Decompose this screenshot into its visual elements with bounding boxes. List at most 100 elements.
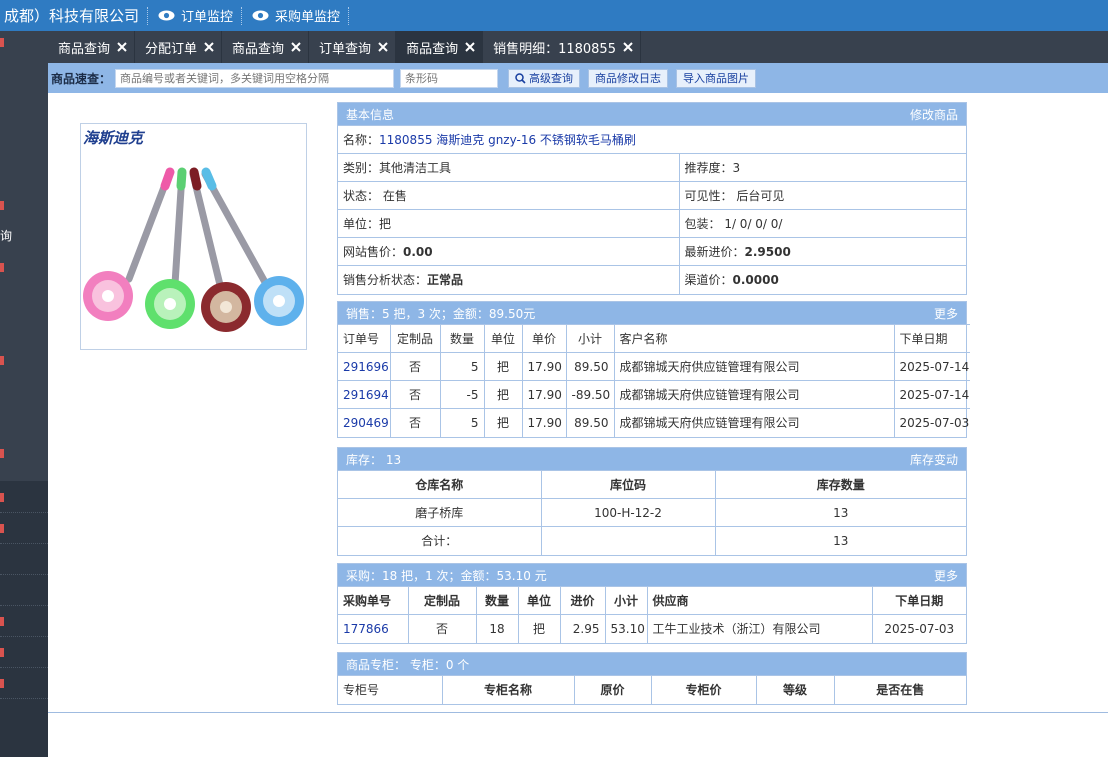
- sales-more-link[interactable]: 更多: [934, 305, 958, 322]
- table-header-row: 订单号 定制品 数量 单位 单价 小计 客户名称 下单日期: [338, 324, 970, 353]
- column-header: 单位: [517, 586, 560, 615]
- close-icon[interactable]: [464, 41, 476, 53]
- column-header: 数量: [475, 586, 518, 615]
- close-icon[interactable]: [622, 41, 634, 53]
- stock-panel: 库存： 13 库存变动 仓库名称 库位码 库存数量 磨子桥库 100-H-12-…: [337, 447, 967, 556]
- date-cell: 2025-07-03: [871, 614, 966, 643]
- close-icon[interactable]: [377, 41, 389, 53]
- header-divider: [241, 6, 243, 25]
- warehouse-cell: 磨子桥库: [338, 498, 541, 527]
- sidebar: 询: [0, 31, 48, 757]
- sidebar-item-label[interactable]: 询: [0, 227, 20, 244]
- sidebar-item-marker[interactable]: [0, 679, 4, 688]
- channel-price-value: 0.0000: [732, 273, 779, 288]
- product-name-link[interactable]: 1180855 海斯迪克 gnzy-16 不锈钢软毛马桶刷: [379, 133, 636, 147]
- customer-cell: 成都锦城天府供应链管理有限公司: [613, 352, 894, 381]
- barcode-input[interactable]: [400, 68, 499, 88]
- column-header: 小计: [604, 586, 647, 615]
- purchase-more-link[interactable]: 更多: [934, 567, 958, 584]
- column-header: 专柜号: [338, 675, 442, 704]
- product-log-button[interactable]: 商品修改日志: [588, 68, 669, 88]
- tab-product-query-active[interactable]: 商品查询: [396, 31, 484, 63]
- order-monitor-link[interactable]: 订单监控: [152, 6, 239, 25]
- channel-price-cell: 渠道价：0.0000: [678, 265, 967, 294]
- stock-change-link[interactable]: 库存变动: [910, 451, 958, 468]
- sidebar-divider: [0, 574, 48, 575]
- custom-cell: 否: [389, 408, 440, 437]
- close-icon[interactable]: [116, 41, 128, 53]
- column-header: 进价: [559, 586, 605, 615]
- field-label: 销售分析状态：: [343, 273, 428, 288]
- purchase-table: 采购单号 定制品 数量 单位 进价 小计 供应商 下单日期 177866 否 1…: [338, 586, 966, 643]
- close-icon[interactable]: [203, 41, 215, 53]
- web-price-value: 0.00: [403, 245, 433, 259]
- stock-table: 仓库名称 库位码 库存数量 磨子桥库 100-H-12-2 13 合计： 13: [338, 470, 966, 555]
- sidebar-item-marker[interactable]: [0, 648, 4, 657]
- counter-panel: 商品专柜： 专柜：0 个 专柜号 专柜名称 原价 专柜价 等级 是否在售: [337, 652, 967, 705]
- tab-product-query-2[interactable]: 商品查询: [222, 31, 310, 63]
- sidebar-item-marker[interactable]: [0, 38, 4, 47]
- customer-cell: 成都锦城天府供应链管理有限公司: [613, 380, 894, 409]
- sidebar-item-marker[interactable]: [0, 493, 4, 502]
- advanced-search-label: 高级查询: [529, 72, 574, 85]
- purchase-number-cell: 177866: [338, 614, 408, 643]
- latest-cost-value: 2.9500: [744, 245, 791, 259]
- total-label-cell: 合计：: [338, 526, 541, 555]
- sidebar-item-marker[interactable]: [0, 524, 4, 533]
- quantity-cell: -5: [439, 380, 484, 409]
- field-label: 网站售价：: [343, 245, 404, 259]
- tab-sales-detail[interactable]: 销售明细：1180855: [483, 31, 641, 63]
- column-header: 定制品: [389, 324, 440, 353]
- purchase-number-link[interactable]: 177866: [343, 622, 389, 636]
- tab-order-query[interactable]: 订单查询: [309, 31, 397, 63]
- sidebar-item-marker[interactable]: [0, 356, 4, 365]
- toilet-brush-illustration: 海斯迪克: [83, 130, 304, 332]
- table-row: 磨子桥库 100-H-12-2 13: [338, 498, 966, 527]
- panel-header: 采购：18 把，1 次；金额：53.10 元 更多: [338, 564, 966, 586]
- sidebar-item-marker[interactable]: [0, 617, 4, 626]
- import-image-button[interactable]: 导入商品图片: [676, 68, 757, 88]
- keyword-search-input[interactable]: [115, 68, 395, 88]
- advanced-search-button[interactable]: 高级查询: [508, 68, 581, 88]
- tab-product-query-1[interactable]: 商品查询: [48, 31, 136, 63]
- panel-header: 商品专柜： 专柜：0 个: [338, 653, 966, 675]
- column-header: 供应商: [646, 586, 872, 615]
- product-image[interactable]: 海斯迪克: [80, 123, 307, 350]
- order-number-cell: 290469: [338, 408, 390, 437]
- subtotal-cell: -89.50: [565, 380, 614, 409]
- analysis-status-cell: 销售分析状态：正常品: [338, 265, 679, 294]
- close-icon[interactable]: [290, 41, 302, 53]
- basic-info-panel: 基本信息 修改商品 名称：1180855 海斯迪克 gnzy-16 不锈钢软毛马…: [337, 102, 967, 295]
- edit-product-link[interactable]: 修改商品: [910, 106, 958, 123]
- total-value-cell: 13: [714, 526, 966, 555]
- web-price-cell: 网站售价：0.00: [338, 237, 679, 266]
- sidebar-divider: [0, 543, 48, 544]
- tab-assign-order[interactable]: 分配订单: [135, 31, 223, 63]
- price-cell: 17.90: [521, 352, 566, 381]
- field-label: 最新进价：: [684, 245, 745, 259]
- subtotal-cell: 53.10: [604, 614, 647, 643]
- order-number-link[interactable]: 290469: [343, 416, 389, 430]
- custom-cell: 否: [389, 352, 440, 381]
- sidebar-divider: [0, 636, 48, 637]
- customer-cell: 成都锦城天府供应链管理有限公司: [613, 408, 894, 437]
- purchase-monitor-link[interactable]: 采购单监控: [246, 6, 346, 25]
- stock-summary: 库存： 13: [346, 452, 402, 467]
- import-image-label: 导入商品图片: [683, 72, 750, 85]
- sidebar-item-marker[interactable]: [0, 449, 4, 458]
- sidebar-item-marker[interactable]: [0, 201, 4, 210]
- quick-search-bar: 商品速查： 高级查询 商品修改日志 导入商品图片: [48, 63, 1108, 93]
- table-header-row: 专柜号 专柜名称 原价 专柜价 等级 是否在售: [338, 675, 966, 704]
- eye-icon: [252, 10, 269, 21]
- sidebar-item-marker[interactable]: [0, 263, 4, 272]
- tab-label: 商品查询: [232, 41, 285, 57]
- order-number-link[interactable]: 291696: [343, 360, 389, 374]
- date-cell: 2025-07-14: [893, 352, 970, 381]
- order-number-link[interactable]: 291694: [343, 388, 389, 402]
- custom-cell: 否: [407, 614, 476, 643]
- column-header: 是否在售: [833, 675, 966, 704]
- panel-header: 销售：5 把，3 次；金额：89.50元 更多: [338, 302, 966, 324]
- column-header: 仓库名称: [338, 470, 541, 499]
- order-number-cell: 291696: [338, 352, 390, 381]
- counter-summary: 商品专柜： 专柜：0 个: [346, 657, 470, 672]
